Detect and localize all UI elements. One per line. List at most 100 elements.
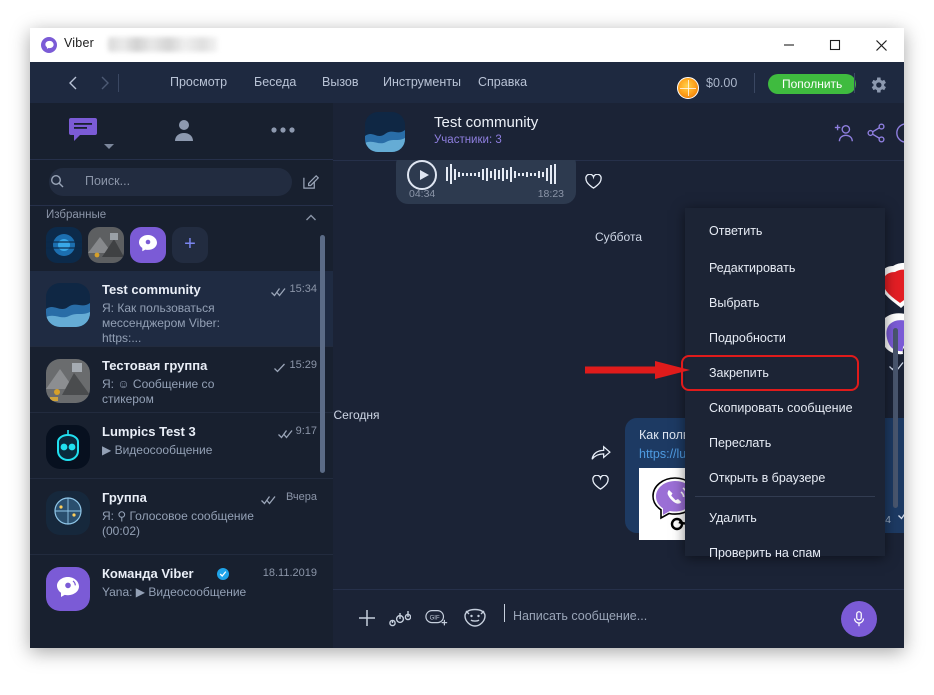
viber-logo-icon (41, 37, 57, 53)
redacted-account-name (108, 37, 218, 52)
chat-preview: Я: Как пользоваться мессенджером Viber: … (102, 301, 220, 345)
text-cursor (504, 604, 505, 622)
menu-item-tools[interactable]: Инструменты (383, 75, 461, 89)
share-icon[interactable] (865, 122, 887, 144)
chevron-up-icon[interactable] (305, 211, 317, 223)
chat-time: 15:34 (289, 283, 317, 295)
chat-list-scrollbar[interactable] (320, 235, 325, 473)
sidebar-item-contacts[interactable] (166, 113, 202, 147)
menu-bar: Просмотр Беседа Вызов Инструменты Справк… (30, 62, 904, 103)
menu-item-call[interactable]: Вызов (322, 75, 359, 89)
maximize-button[interactable] (812, 28, 858, 62)
chat-header: Test community Участники: 3 (333, 103, 904, 161)
context-menu-item-select[interactable]: Выбрать (685, 284, 885, 322)
chat-preview: Я: ☺ Сообщение со стикером (102, 377, 215, 406)
context-menu-item-delete[interactable]: Удалить (685, 499, 885, 537)
double-check-icon (898, 507, 904, 525)
chat-name: Тестовая группа (102, 358, 208, 373)
favorites-title: Избранные (46, 209, 107, 221)
red-arrow-icon (585, 361, 690, 379)
chevron-down-icon[interactable] (104, 144, 114, 149)
orange-coin-icon (677, 77, 699, 99)
favorite-add-button[interactable]: + (172, 227, 208, 263)
chat-list-item-test-community[interactable]: Test community Я: Как пользоваться мессе… (30, 271, 333, 347)
favorite-add-label: + (184, 233, 196, 255)
topup-button[interactable]: Пополнить (768, 74, 857, 94)
chat-time: 15:29 (289, 359, 317, 371)
gear-icon[interactable] (868, 75, 888, 95)
forward-icon[interactable] (591, 445, 611, 461)
chat-name: Test community (102, 282, 201, 297)
add-participant-icon[interactable] (833, 122, 855, 144)
message-list-scrollbar[interactable] (893, 328, 898, 508)
menu-item-conversation[interactable]: Беседа (254, 75, 296, 89)
chat-list-item-lumpics-test-3[interactable]: Lumpics Test 3 ▶ Видеосообщение 9:17 (30, 413, 333, 479)
verified-badge-icon (217, 568, 229, 580)
gif-icon[interactable]: GIF (425, 608, 449, 633)
chat-preview: Я: ⚲ Голосовое сообщение (00:02) (102, 509, 254, 538)
avatar (46, 425, 90, 469)
favorites-section: Избранные + (30, 205, 333, 271)
context-menu-item-details[interactable]: Подробности (685, 319, 885, 357)
chat-preview: ▶ Видеосообщение (102, 443, 213, 457)
chat-name: Lumpics Test 3 (102, 424, 196, 439)
forward-arrow-icon[interactable] (92, 71, 116, 95)
balance-amount: $0.00 (706, 76, 738, 90)
back-arrow-icon[interactable] (62, 71, 86, 95)
chat-time: Вчера (285, 491, 317, 503)
avatar (46, 567, 90, 611)
chat-name: Команда Viber (102, 566, 194, 581)
context-menu[interactable]: Ответить Редактировать Выбрать Подробнос… (681, 208, 885, 560)
sticker-icon[interactable] (463, 608, 487, 633)
chat-time: 9:17 (295, 425, 317, 437)
close-button[interactable] (858, 28, 904, 62)
context-menu-item-forward[interactable]: Переслать (685, 424, 885, 462)
voice-time: 18:23 (537, 188, 564, 200)
message-link[interactable]: https://lu (639, 447, 686, 461)
play-icon[interactable] (407, 160, 437, 190)
chat-header-avatar[interactable] (365, 112, 405, 152)
search-row: Поиск... (30, 159, 333, 206)
message-input-placeholder[interactable]: Написать сообщение... (513, 609, 647, 623)
sidebar-tabs (30, 103, 333, 160)
window-title: Viber (64, 36, 94, 50)
plus-icon[interactable] (357, 608, 377, 633)
pin-highlight-annotation (681, 355, 859, 391)
minimize-button[interactable] (766, 28, 812, 62)
chat-list[interactable]: Test community Я: Как пользоваться мессе… (30, 271, 333, 648)
favorite-avatar-1[interactable] (46, 227, 82, 263)
voice-message-bubble[interactable]: 04:34 18:23 (396, 160, 576, 204)
favorite-avatar-viber[interactable] (130, 227, 166, 263)
favorite-avatar-2[interactable] (88, 227, 124, 263)
info-icon[interactable] (895, 122, 904, 144)
heart-icon[interactable] (592, 474, 609, 490)
context-menu-item-open-browser[interactable]: Открыть в браузере (685, 459, 885, 497)
chat-preview: Yana: ▶ Видеосообщение (102, 585, 247, 599)
compose-icon[interactable] (302, 173, 320, 190)
chat-list-item-group[interactable]: Группа Я: ⚲ Голосовое сообщение (00:02) … (30, 479, 333, 555)
chat-list-item-viber-team[interactable]: Команда Viber Yana: ▶ Видеосообщение 18.… (30, 555, 333, 621)
menu-divider-1 (754, 73, 755, 93)
microphone-icon[interactable] (841, 601, 877, 637)
double-check-icon (271, 284, 286, 297)
avatar (46, 283, 90, 327)
page-title: Test community (434, 114, 539, 131)
sidebar-item-chats[interactable] (65, 113, 101, 147)
double-check-icon (261, 492, 276, 505)
context-menu-item-edit[interactable]: Редактировать (685, 249, 885, 287)
menu-item-view[interactable]: Просмотр (170, 75, 227, 89)
menu-item-help[interactable]: Справка (478, 75, 527, 89)
title-bar: Viber (30, 28, 904, 62)
heart-icon[interactable] (585, 173, 602, 189)
screenshot-root: Viber Просмотр Беседа Вызов Инструменты … (0, 0, 934, 695)
poll-icon[interactable] (389, 608, 412, 633)
voice-duration: 04:34 (409, 188, 436, 200)
chat-list-item-test-group[interactable]: Тестовая группа Я: ☺ Сообщение со стикер… (30, 347, 333, 413)
date-separator-today: Сегодня (333, 408, 380, 422)
sidebar-item-more[interactable] (265, 113, 301, 147)
menu-divider-2 (854, 73, 855, 93)
context-menu-item-copy[interactable]: Скопировать сообщение (685, 389, 885, 427)
context-menu-item-reply[interactable]: Ответить (685, 212, 885, 250)
context-menu-item-report-spam[interactable]: Проверить на спам (685, 534, 885, 572)
message-composer: GIF Написать сообщение... (333, 589, 904, 648)
